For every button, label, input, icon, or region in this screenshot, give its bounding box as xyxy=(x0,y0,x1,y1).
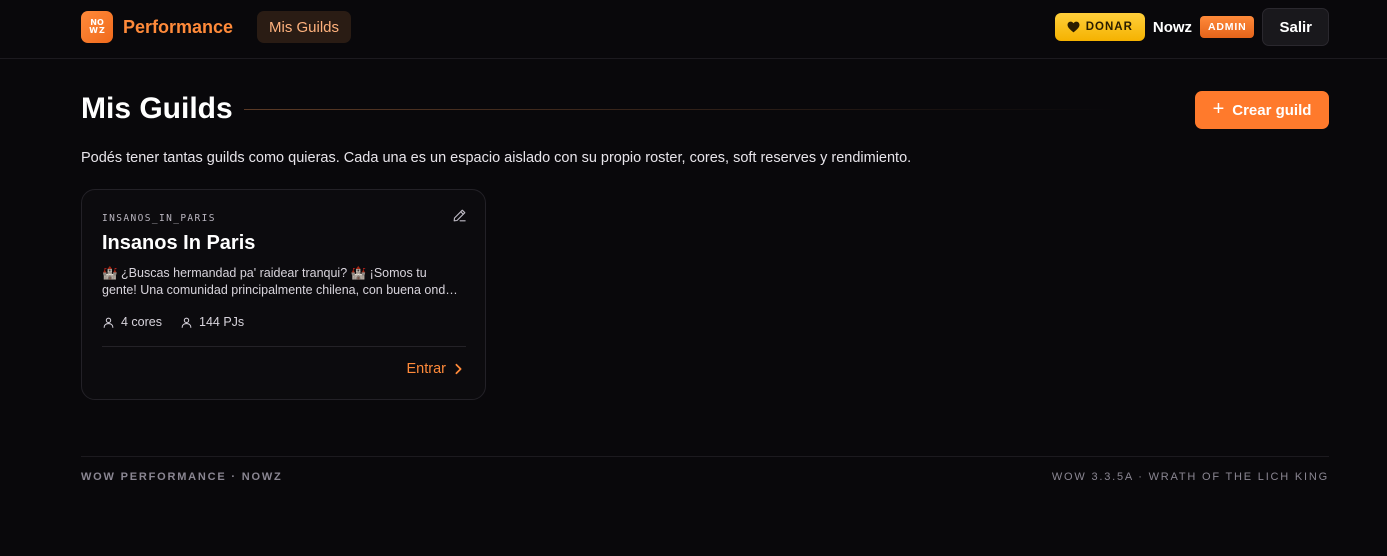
characters-stat: 144 PJs xyxy=(180,315,244,329)
create-guild-label: Crear guild xyxy=(1232,101,1312,119)
title-divider xyxy=(244,109,1114,110)
top-navbar: NO WZ Performance Mis Guilds DONAR Nowz … xyxy=(0,0,1387,59)
card-divider xyxy=(102,346,466,347)
characters-count: 144 PJs xyxy=(199,315,245,329)
footer-credit: WOW PERFORMANCE · NOWZ xyxy=(81,471,283,483)
page-title: Mis Guilds xyxy=(81,92,233,125)
cores-stat: 4 cores xyxy=(102,315,162,329)
footer-divider xyxy=(81,456,1329,457)
brand-name: Performance xyxy=(123,16,234,37)
enter-guild-link[interactable]: Entrar xyxy=(407,361,464,377)
logout-button[interactable]: Salir xyxy=(1262,8,1329,46)
heart-icon xyxy=(1067,21,1080,33)
guild-description-line: gente! Una comunidad principalmente chil… xyxy=(102,283,458,297)
donate-button[interactable]: DONAR xyxy=(1054,13,1145,41)
guild-name: Insanos In Paris xyxy=(102,232,256,254)
page-subtitle: Podés tener tantas guilds como quieras. … xyxy=(81,150,912,166)
guild-slug: INSANOS_IN_PARIS xyxy=(102,213,216,224)
guild-card[interactable]: INSANOS_IN_PARIS Insanos In Paris 🏰 ¿Bus… xyxy=(81,189,486,400)
chevron-right-icon xyxy=(455,363,462,375)
footer-version: WOW 3.3.5A · WRATH OF THE LICH KING xyxy=(1051,471,1329,483)
admin-badge: ADMIN xyxy=(1200,16,1255,38)
user-icon xyxy=(103,317,114,328)
enter-label: Entrar xyxy=(406,361,447,377)
user-icon xyxy=(181,317,192,328)
donate-label: DONAR xyxy=(1085,21,1133,33)
app-logo: NO WZ xyxy=(81,11,113,43)
guild-description: 🏰 ¿Buscas hermandad pa' raidear tranqui?… xyxy=(102,265,467,299)
nav-mis-guilds[interactable]: Mis Guilds xyxy=(257,11,352,43)
plus-icon: + xyxy=(1212,98,1225,120)
create-guild-button[interactable]: + Crear guild xyxy=(1195,91,1329,129)
edit-icon[interactable] xyxy=(452,208,467,223)
username: Nowz xyxy=(1152,18,1193,36)
guild-description-line: 🏰 ¿Buscas hermandad pa' raidear tranqui?… xyxy=(102,266,427,280)
guild-stats: 4 cores 144 PJs xyxy=(102,315,244,329)
cores-count: 4 cores xyxy=(121,315,162,329)
brand-link[interactable]: NO WZ Performance xyxy=(81,11,233,43)
